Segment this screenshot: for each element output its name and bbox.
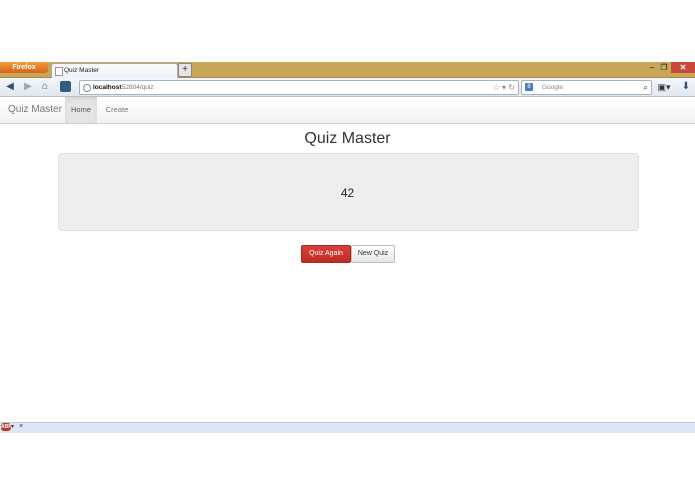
close-icon[interactable]: × bbox=[19, 422, 23, 432]
search-bar[interactable]: 8 Google ⌕ bbox=[521, 80, 652, 95]
minimize-button[interactable]: – bbox=[646, 62, 658, 73]
bookmark-star-icon[interactable]: ☆ ▾ ↻ bbox=[493, 81, 515, 94]
addon-bar bbox=[0, 422, 695, 433]
app-icon[interactable] bbox=[60, 81, 71, 92]
search-icon[interactable]: ⌕ bbox=[644, 81, 648, 94]
globe-icon bbox=[83, 84, 91, 92]
nav-item-home[interactable]: Home bbox=[65, 97, 97, 123]
tab-title: Quiz Master bbox=[64, 67, 100, 74]
new-quiz-button[interactable]: New Quiz bbox=[351, 245, 395, 263]
back-arrow-icon[interactable]: ◀ bbox=[3, 79, 17, 95]
chevron-down-icon[interactable]: ▾ bbox=[11, 422, 14, 432]
browser-tab[interactable]: Quiz Master bbox=[51, 63, 178, 78]
maximize-button[interactable]: ❐ bbox=[658, 62, 670, 73]
answer-value: 42 bbox=[340, 186, 355, 200]
forward-arrow-icon[interactable]: ▶ bbox=[21, 79, 35, 95]
new-tab-button[interactable]: + bbox=[178, 63, 192, 77]
quiz-again-button[interactable]: Quiz Again bbox=[301, 245, 351, 263]
navbar-brand[interactable]: Quiz Master bbox=[8, 97, 62, 123]
adblock-icon[interactable]: ABP bbox=[1, 423, 12, 431]
bookmarks-icon[interactable]: ▣▾ bbox=[656, 79, 672, 95]
home-icon[interactable]: ⌂ bbox=[38, 79, 52, 95]
page-icon bbox=[55, 67, 63, 76]
download-icon[interactable]: ⬇ bbox=[680, 79, 692, 95]
url-host: localhost bbox=[93, 84, 122, 91]
nav-item-create[interactable]: Create bbox=[100, 97, 134, 123]
firefox-menu-button[interactable]: Firefox bbox=[0, 62, 48, 73]
close-window-button[interactable]: ✕ bbox=[671, 62, 695, 73]
search-placeholder: Google bbox=[542, 84, 563, 91]
google-icon[interactable]: 8 bbox=[525, 83, 533, 91]
url-path: :52804/quiz bbox=[120, 84, 154, 91]
page-title: Quiz Master bbox=[304, 130, 391, 147]
url-bar[interactable]: localhost :52804/quiz ☆ ▾ ↻ bbox=[79, 80, 519, 95]
